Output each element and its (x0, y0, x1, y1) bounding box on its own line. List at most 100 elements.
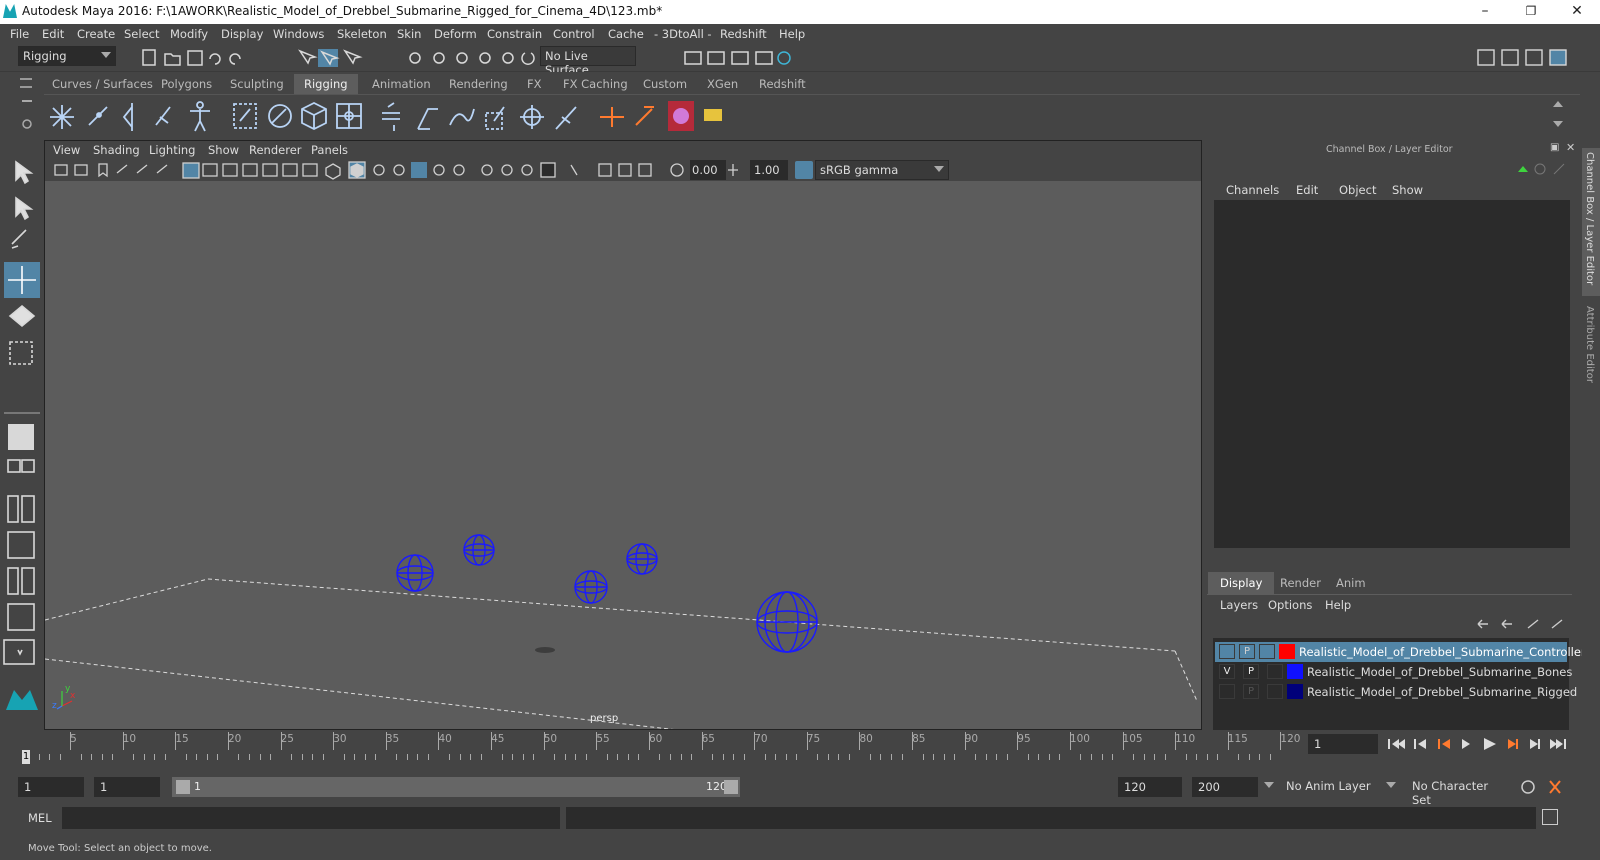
channel-show-menu[interactable]: Show (1392, 183, 1423, 197)
tab-custom[interactable]: Custom (633, 74, 697, 94)
layer-help-menu[interactable]: Help (1325, 598, 1351, 612)
range-end-handle[interactable] (724, 780, 738, 794)
script-editor-icon[interactable] (1542, 809, 1558, 825)
layer-display-type-toggle[interactable] (1259, 644, 1275, 659)
tab-rendering[interactable]: Rendering (439, 74, 518, 94)
mel-label[interactable]: MEL (28, 811, 52, 825)
minimize-button[interactable]: – (1462, 0, 1508, 24)
menu-deform[interactable]: Deform (434, 27, 477, 41)
layer-row[interactable]: P Realistic_Model_of_Drebbel_Submarine_C… (1215, 642, 1592, 662)
range-slider[interactable]: 1 120 (172, 777, 740, 797)
layers-menu[interactable]: Layers (1220, 598, 1258, 612)
layer-visibility-toggle[interactable]: V (1219, 664, 1235, 679)
tab-curves-surfaces[interactable]: Curves / Surfaces (42, 74, 163, 94)
menu-help[interactable]: Help (779, 27, 805, 41)
layer-display-type-toggle[interactable] (1267, 684, 1283, 699)
tab-display-layers[interactable]: Display (1208, 572, 1275, 594)
time-ruler[interactable]: 5 10 15 20 25 30 35 40 45 50 55 60 65 70 75 80 85 90 95 100… (20, 732, 1310, 762)
controller-sphere[interactable] (574, 570, 608, 604)
current-frame-field[interactable]: 1 (1308, 734, 1378, 754)
time-slider[interactable]: 5 10 15 20 25 30 35 40 45 50 55 60 65 70 75 80 85 90 95 100… (0, 732, 1600, 772)
layer-name[interactable]: Realistic_Model_of_Drebbel_Submarine_Con… (1299, 645, 1592, 659)
layer-name[interactable]: Realistic_Model_of_Drebbel_Submarine_Rig… (1307, 685, 1577, 699)
panel-float-icon[interactable]: ▣ (1550, 142, 1559, 153)
animation-end-field[interactable]: 200 (1192, 777, 1258, 797)
layer-playback-toggle[interactable]: P (1243, 664, 1259, 679)
menu-cache[interactable]: Cache (608, 27, 644, 41)
tab-fx[interactable]: FX (517, 74, 552, 94)
color-management-icon[interactable] (795, 161, 813, 179)
current-frame-marker[interactable]: 1 (22, 750, 30, 764)
layer-options-menu[interactable]: Options (1268, 598, 1312, 612)
layer-visibility-toggle[interactable] (1219, 644, 1235, 659)
menu-skeleton[interactable]: Skeleton (337, 27, 387, 41)
controller-sphere[interactable] (626, 543, 658, 575)
anim-layer-dropdown[interactable]: No Anim Layer (1282, 777, 1400, 797)
viewport-menu-view[interactable]: View (53, 143, 80, 157)
colorspace-dropdown[interactable]: sRGB gamma (815, 160, 949, 180)
menu-display[interactable]: Display (221, 27, 263, 41)
playback-start-field[interactable]: 1 (94, 777, 160, 797)
layer-display-type-toggle[interactable] (1267, 664, 1283, 679)
panel-close-icon[interactable]: ✕ (1566, 141, 1575, 154)
controller-sphere[interactable] (396, 554, 434, 592)
close-button[interactable]: ✕ (1554, 0, 1600, 24)
menu-control[interactable]: Control (553, 27, 595, 41)
shelf-settings-icon[interactable] (18, 96, 36, 136)
channel-list[interactable] (1214, 200, 1570, 548)
channel-edit-menu[interactable]: Edit (1296, 183, 1318, 197)
menuset-dropdown[interactable]: Rigging (18, 46, 116, 66)
menu-select[interactable]: Select (124, 27, 159, 41)
menu-constrain[interactable]: Constrain (487, 27, 542, 41)
viewport-menu-shading[interactable]: Shading (93, 143, 140, 157)
tab-redshift[interactable]: Redshift (749, 74, 816, 94)
playback-end-field[interactable]: 120 (1118, 777, 1182, 797)
menu-3dtoall[interactable]: - 3DtoAll - (654, 27, 712, 41)
live-surface-field[interactable]: No Live Surface (540, 46, 636, 77)
mel-command-input[interactable] (62, 807, 560, 829)
menu-file[interactable]: File (10, 27, 29, 41)
scene-canvas[interactable]: y x z persp (45, 181, 1201, 729)
menu-modify[interactable]: Modify (170, 27, 208, 41)
layer-playback-toggle[interactable]: P (1239, 644, 1255, 659)
tab-sculpting[interactable]: Sculpting (220, 74, 294, 94)
gamma-field[interactable]: 1.00 (750, 160, 788, 180)
viewport-menu-show[interactable]: Show (208, 143, 239, 157)
viewport-menu-panels[interactable]: Panels (311, 143, 348, 157)
tab-anim-layers[interactable]: Anim (1324, 572, 1378, 594)
layer-playback-toggle[interactable]: P (1243, 684, 1259, 699)
restore-button[interactable]: ❐ (1508, 0, 1554, 24)
animation-start-field[interactable]: 1 (18, 777, 84, 797)
channels-menu[interactable]: Channels (1226, 183, 1279, 197)
controller-sphere[interactable] (756, 591, 818, 653)
range-start-handle[interactable] (176, 780, 190, 794)
menu-create[interactable]: Create (77, 27, 115, 41)
exposure-field[interactable]: 0.00 (690, 160, 726, 180)
layer-color-swatch[interactable] (1287, 684, 1303, 699)
tab-fx-caching[interactable]: FX Caching (553, 74, 638, 94)
layer-visibility-toggle[interactable] (1219, 684, 1235, 699)
layer-name[interactable]: Realistic_Model_of_Drebbel_Submarine_Bon… (1307, 665, 1572, 679)
channel-object-menu[interactable]: Object (1339, 183, 1376, 197)
controller-sphere[interactable] (463, 534, 495, 566)
viewport-menu-lighting[interactable]: Lighting (149, 143, 195, 157)
layer-row[interactable]: P Realistic_Model_of_Drebbel_Submarine_R… (1215, 682, 1577, 702)
menu-skin[interactable]: Skin (397, 27, 421, 41)
viewport-menu-renderer[interactable]: Renderer (249, 143, 302, 157)
tab-attribute-editor[interactable]: Attribute Editor (1582, 302, 1600, 412)
layer-color-swatch[interactable] (1287, 664, 1303, 679)
tab-polygons[interactable]: Polygons (151, 74, 222, 94)
tab-channel-box-layer-editor[interactable]: Channel Box / Layer Editor (1582, 148, 1600, 296)
tab-xgen[interactable]: XGen (697, 74, 748, 94)
shelf-menu-icon[interactable] (20, 78, 32, 88)
chevron-down-icon[interactable] (1264, 782, 1274, 788)
layer-color-swatch[interactable] (1279, 644, 1295, 659)
character-set-dropdown[interactable]: No Character Set (1408, 777, 1510, 807)
perspective-viewport[interactable]: y x z persp (45, 181, 1201, 729)
shelf-scroll-icon[interactable] (1552, 99, 1564, 135)
tab-animation[interactable]: Animation (362, 74, 441, 94)
menu-windows[interactable]: Windows (273, 27, 324, 41)
menu-edit[interactable]: Edit (42, 27, 64, 41)
layer-row[interactable]: V P Realistic_Model_of_Drebbel_Submarine… (1215, 662, 1572, 682)
menu-redshift[interactable]: Redshift (720, 27, 767, 41)
